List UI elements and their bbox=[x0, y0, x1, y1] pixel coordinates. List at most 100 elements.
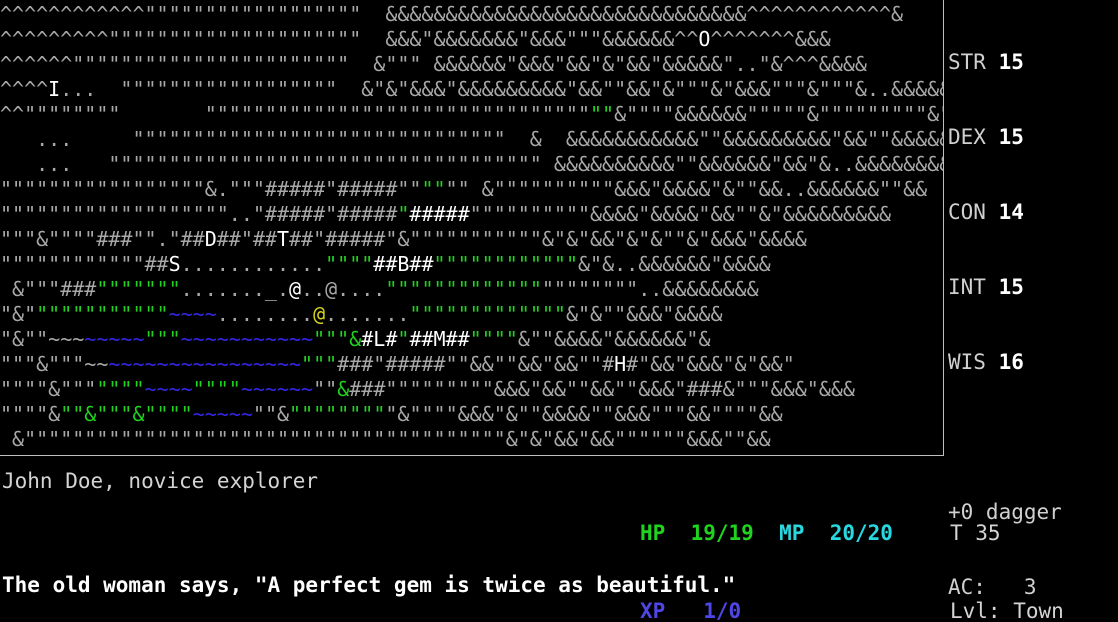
map-glyphs: """" bbox=[96, 377, 145, 401]
map-glyphs: """" bbox=[192, 377, 241, 401]
stat-value-dex: 15 bbox=[998, 125, 1024, 149]
map-glyphs: """&""""###""."## bbox=[0, 227, 205, 251]
stat-label-con: CON bbox=[948, 200, 986, 224]
map-glyphs: ....... bbox=[325, 302, 410, 326]
map-glyphs: """" bbox=[469, 327, 518, 351]
stat-row-int: INT 15 bbox=[948, 275, 1118, 300]
map-glyphs: #"&&"&&&"&"&&" bbox=[626, 352, 795, 376]
stat-row-con: CON 14 bbox=[948, 200, 1118, 225]
map-glyphs: """ bbox=[144, 327, 181, 351]
map-glyphs: """" bbox=[325, 252, 374, 276]
map-glyphs: ~~ bbox=[84, 352, 109, 376]
map-glyphs: "" bbox=[590, 102, 615, 126]
map-glyphs: """"""""..&&&&&&&& bbox=[541, 277, 759, 301]
stat-label-wis: WIS bbox=[948, 350, 986, 374]
map-glyphs: ... """"""""""""""""""""""""""""""""""""… bbox=[0, 152, 944, 176]
map-glyphs: "" bbox=[313, 377, 338, 401]
map-glyphs: "&"" bbox=[0, 327, 49, 351]
map-glyphs: """"""""""""" bbox=[409, 302, 566, 326]
map-glyphs: """" bbox=[144, 402, 193, 426]
stat-row-str: STR 15 bbox=[948, 50, 1118, 75]
stat-value-con: 14 bbox=[998, 200, 1024, 224]
map-glyphs: &""&&&&"&&&&&&"& bbox=[517, 327, 711, 351]
map-glyphs: ^^"""""""" """""""""""""""""""""""""""""… bbox=[0, 102, 591, 126]
map-glyphs: &"&""&&&"&&&& bbox=[565, 302, 723, 326]
map-glyphs: """"&""" bbox=[0, 377, 97, 401]
map-glyphs: @ bbox=[289, 277, 302, 301]
map-glyphs: O bbox=[698, 27, 711, 51]
map-glyphs: I bbox=[48, 77, 61, 101]
map-glyphs: """&""" bbox=[0, 352, 85, 376]
map-glyphs: " bbox=[397, 327, 410, 351]
map-glyphs: "" &""""""""""&&&"&&&&"&""&&..&&&&&&""&& bbox=[445, 177, 928, 201]
stats-sidebar: STR 15 DEX 15 CON 14 INT 15 WIS 16 +0 da… bbox=[948, 0, 1118, 599]
stat-value-wis: 16 bbox=[998, 350, 1024, 374]
map-glyphs: ............ bbox=[180, 252, 326, 276]
map-glyphs: ##"#####"&"""""""""""&"&"&&"&"&""&"&&&"&… bbox=[289, 227, 807, 251]
map-row: ^^^^^^^^^""""""""""""""""""""" &&&"&&&&&… bbox=[0, 27, 943, 52]
message-line: The old woman says, "A perfect gem is tw… bbox=[2, 573, 736, 597]
map-row: "&""~~~~~~~~"""~~~~~~~~~~~"""&#L#"##M##"… bbox=[0, 327, 943, 352]
map-row: """""""""""""""""&."""#####"#####"""""" … bbox=[0, 177, 943, 202]
map-row: """"""""""""""""""".."#####"#####"#####"… bbox=[0, 202, 943, 227]
map-glyphs: D bbox=[204, 227, 217, 251]
map-glyphs: ###"##### bbox=[337, 352, 446, 376]
map-glyphs: ... """""""""""""""""" &"&"&&&"&&&&&&&&&… bbox=[60, 77, 944, 101]
stat-row-dex: DEX 15 bbox=[948, 125, 1118, 150]
map-glyphs: &"""""""""""""""""""""""""""""""""""""""… bbox=[0, 427, 771, 451]
map-row: ^^^^^^^^^^^^"""""""""""""""""" &&&&&&&&&… bbox=[0, 2, 943, 27]
map-glyphs: H bbox=[614, 352, 627, 376]
map-glyphs: """"""""""" bbox=[36, 302, 169, 326]
map-glyphs: ~~~~~~~~~~~~~~~~ bbox=[108, 352, 302, 376]
map-glyphs: & bbox=[337, 377, 350, 401]
map-glyphs: ^^^^^^^^^^^^"""""""""""""""""" &&&&&&&&&… bbox=[0, 2, 904, 26]
map-glyphs: ~~~~~~~~~~~ bbox=[180, 327, 314, 351]
map-glyphs: ##B## bbox=[373, 252, 434, 276]
map-glyphs: """""""" bbox=[289, 402, 386, 426]
map-row: &"""###"""""""......._.@..@...."""""""""… bbox=[0, 277, 943, 302]
map-glyphs: """"""""""""## bbox=[0, 252, 169, 276]
map-glyphs: """"""""""""" bbox=[385, 277, 542, 301]
map-row: &"""""""""""""""""""""""""""""""""""""""… bbox=[0, 427, 943, 452]
map-glyphs: ^^^^^^^^^""""""""""""""""""""" &&&"&&&&&… bbox=[0, 27, 699, 51]
map-row: "&""""""""""""~~~~........@.......""""""… bbox=[0, 302, 943, 327]
map-row: """&""""###""."##D##"##T##"#####"&""""""… bbox=[0, 227, 943, 252]
map-glyphs: @ bbox=[313, 302, 326, 326]
stat-label-dex: DEX bbox=[948, 125, 986, 149]
map-glyphs: """"""" bbox=[96, 277, 181, 301]
map-glyphs: S bbox=[168, 252, 181, 276]
message-log: The old woman says, "A perfect gem is tw… bbox=[2, 520, 1116, 622]
map-glyphs: ##M## bbox=[409, 327, 470, 351]
map-row: """&"""~~~~~~~~~~~~~~~~~~"""###"#####""&… bbox=[0, 352, 943, 377]
status-bar: John Doe, novice explorer HP 19/19 MP 20… bbox=[0, 462, 1118, 622]
map-glyphs: " bbox=[397, 202, 410, 226]
map-grid[interactable]: ^^^^^^^^^^^^"""""""""""""""""" &&&&&&&&&… bbox=[0, 2, 944, 452]
map-glyphs: """""""""&&&"&&""&&""&&&"###&"""&&&"&&& bbox=[385, 377, 855, 401]
map-glyphs: T bbox=[276, 227, 290, 251]
map-panel[interactable]: ^^^^^^^^^^^^"""""""""""""""""" &&&&&&&&&… bbox=[0, 0, 944, 456]
map-row: ... """"""""""""""""""""""""""""""" & &&… bbox=[0, 127, 944, 152]
map-row: """"""""""""##S............""""##B##""""… bbox=[0, 252, 943, 277]
map-glyphs: #L# bbox=[361, 327, 398, 351]
map-glyphs: ......._. bbox=[180, 277, 289, 301]
map-glyphs: ........ bbox=[216, 302, 314, 326]
map-glyphs: ""&&""&&"&&""# bbox=[445, 352, 615, 376]
map-row: ^^^^^^""""""""""""""""""""""" &""" &&&&&… bbox=[0, 52, 943, 77]
map-row: """"&""&"""&""""~~~~~""&"""""""""&""""&&… bbox=[0, 402, 943, 427]
map-glyphs: ~~~~~~ bbox=[240, 377, 314, 401]
map-glyphs: """"""""""&&&&"&&&&"&&""&"&&&&&&&&& bbox=[469, 202, 892, 226]
map-glyphs: """"& bbox=[0, 402, 61, 426]
map-row: ^^"""""""" """""""""""""""""""""""""""""… bbox=[0, 102, 943, 127]
map-glyphs: "" bbox=[421, 177, 446, 201]
map-glyphs: ^^^^ bbox=[0, 77, 49, 101]
stat-label-int: INT bbox=[948, 275, 986, 299]
map-glyphs: "&""""&&&"&""&&&&""&&&"""&&""""&& bbox=[385, 402, 783, 426]
map-glyphs: ... """"""""""""""""""""""""""""""" & &&… bbox=[0, 127, 944, 151]
map-glyphs: ##"## bbox=[216, 227, 277, 251]
map-glyphs: ##### bbox=[409, 202, 470, 226]
map-glyphs: ~~~~~ bbox=[192, 402, 253, 426]
stat-label-str: STR bbox=[948, 50, 986, 74]
map-glyphs: ### bbox=[349, 377, 386, 401]
map-glyphs: &"&..&&&&&&"&&&& bbox=[578, 252, 771, 276]
map-glyphs: &""""&&&&&&"""""&"""""""""&"..&&&&&&&"&& bbox=[614, 102, 943, 126]
